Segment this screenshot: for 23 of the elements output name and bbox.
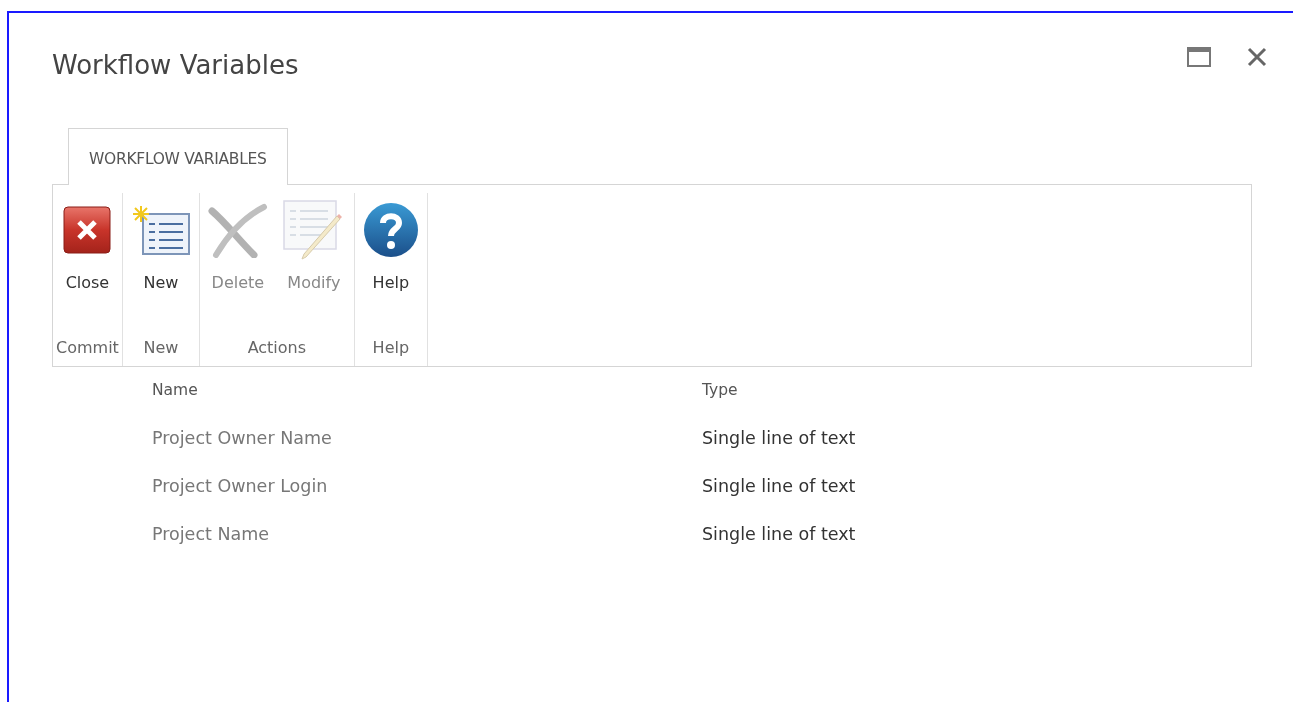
- close-icon: [63, 206, 112, 255]
- variable-type: Single line of text: [702, 426, 857, 450]
- new-list-icon: [130, 205, 191, 256]
- column-header: Name: [152, 380, 199, 402]
- maximize-button[interactable]: [1187, 47, 1211, 67]
- ribbon-tab[interactable]: WORKFLOW VARIABLES: [68, 128, 288, 186]
- group-label: Commit: [56, 337, 119, 360]
- close-button[interactable]: [1247, 47, 1267, 67]
- close-button[interactable]: Close: [58, 193, 117, 337]
- group-label: Actions: [247, 337, 307, 360]
- help-button[interactable]: Help: [357, 193, 424, 337]
- variable-type: Single line of text: [702, 474, 857, 498]
- window-title: Workflow Variables: [52, 49, 299, 82]
- variable-name[interactable]: Project Name: [152, 521, 702, 548]
- variable-type: Single line of text: [702, 523, 857, 546]
- group-label: Help: [372, 337, 410, 360]
- x-mark-icon: [207, 202, 268, 258]
- variable-name[interactable]: Project Owner Name: [152, 424, 702, 451]
- column-header: Type: [702, 380, 739, 402]
- question-mark-icon: [362, 202, 419, 259]
- new-button[interactable]: New: [125, 193, 196, 337]
- group-label: New: [143, 337, 179, 360]
- variable-name[interactable]: Project Owner Login: [152, 472, 702, 499]
